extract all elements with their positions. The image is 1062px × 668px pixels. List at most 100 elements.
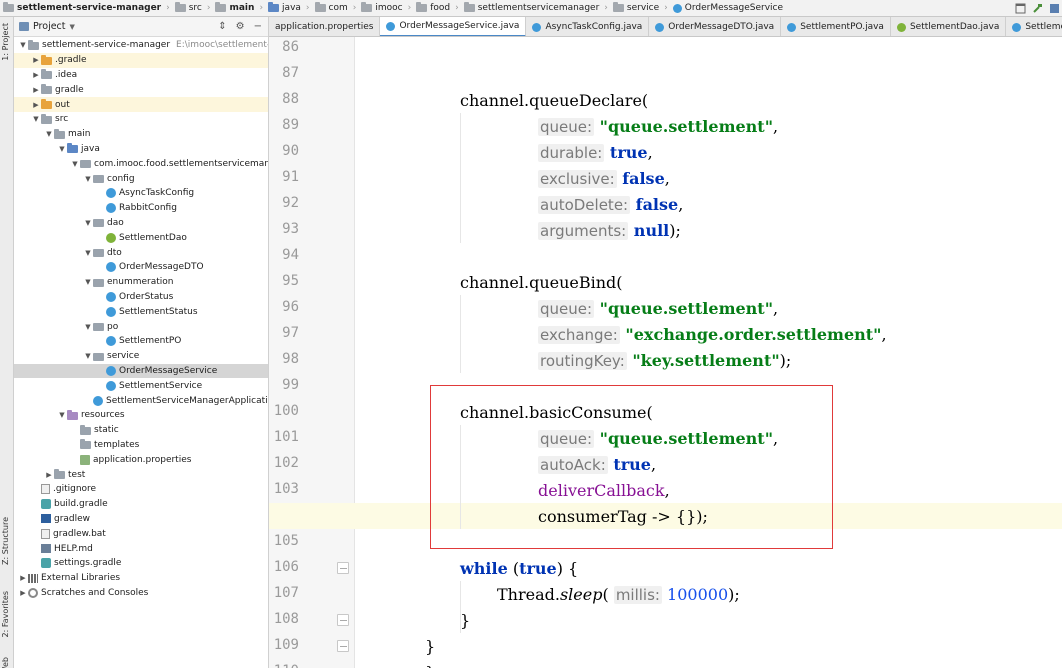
code-line[interactable]	[269, 243, 1062, 269]
tree-item[interactable]: ▼ resources	[14, 408, 268, 423]
chevron-right-icon[interactable]: ▶	[31, 56, 41, 64]
tree-item[interactable]: OrderStatus	[14, 290, 268, 305]
chevron-down-icon[interactable]: ▼	[44, 130, 54, 138]
tree-item[interactable]: ▼ src	[14, 112, 268, 127]
chevron-down-icon[interactable]: ▼	[57, 411, 67, 419]
tree-item[interactable]: ▼ po	[14, 319, 268, 334]
tree-item[interactable]: ▶ External Libraries	[14, 571, 268, 586]
code-line[interactable]: arguments: null);	[269, 217, 1062, 243]
tree-item[interactable]: SettlementService	[14, 378, 268, 393]
chevron-down-icon[interactable]: ▼	[31, 115, 41, 123]
chevron-down-icon[interactable]: ▼	[83, 352, 93, 360]
code-line[interactable]	[269, 37, 1062, 61]
editor-tab[interactable]: OrderMessageService.java	[380, 17, 527, 36]
chevron-down-icon[interactable]: ▼	[83, 323, 93, 331]
tree-item[interactable]: settings.gradle	[14, 556, 268, 571]
tree-item[interactable]: ▶ .gradle	[14, 52, 268, 68]
tree-item[interactable]: SettlementServiceManagerApplication	[14, 393, 268, 408]
chevron-down-icon[interactable]: ▼	[83, 249, 93, 257]
breadcrumb-item[interactable]: settlementservicemanager	[461, 2, 603, 13]
minimize-icon[interactable]: −	[254, 21, 262, 32]
chevron-down-icon[interactable]: ▼	[70, 160, 80, 168]
code-line[interactable]: queue: "queue.settlement",	[269, 295, 1062, 321]
editor-tab[interactable]: OrderMessageDTO.java	[649, 17, 782, 36]
tree-item[interactable]: ▶ Scratches and Consoles	[14, 586, 268, 601]
chevron-right-icon[interactable]: ▶	[18, 589, 28, 597]
editor-tab[interactable]: SettlementPO.java	[781, 17, 891, 36]
code-line[interactable]: routingKey: "key.settlement");	[269, 347, 1062, 373]
tab-favorites[interactable]: 2: Favorites	[1, 591, 10, 637]
chevron-right-icon[interactable]: ▶	[31, 101, 41, 109]
tab-project[interactable]: 1: Project	[1, 23, 10, 61]
code-line[interactable]: }	[269, 607, 1062, 633]
breadcrumb-item[interactable]: src	[172, 2, 205, 13]
tree-item[interactable]: AsyncTaskConfig	[14, 186, 268, 201]
chevron-down-icon[interactable]: ▼	[83, 175, 93, 183]
chevron-down-icon[interactable]: ▼	[83, 219, 93, 227]
tab-web[interactable]: Web	[1, 657, 10, 668]
code-editor[interactable]: 86 87 88 89 90 91 92 93 94 95 96 97 98 99 100 101 102 103…	[269, 37, 1062, 668]
code-line[interactable]: autoDelete: false,	[269, 191, 1062, 217]
tree-item[interactable]: gradlew	[14, 512, 268, 527]
code-line[interactable]: exclusive: false,	[269, 165, 1062, 191]
tree-item[interactable]: ▶ .idea	[14, 68, 268, 83]
editor-tab[interactable]: AsyncTaskConfig.java	[526, 17, 650, 36]
collapse-all-icon[interactable]: ⇕	[218, 21, 226, 32]
code-line[interactable]: channel.queueDeclare(	[269, 87, 1062, 113]
chevron-right-icon[interactable]: ▶	[31, 71, 41, 79]
tree-item[interactable]: ▼ dao	[14, 216, 268, 231]
code-line[interactable]: }	[269, 633, 1062, 659]
chevron-down-icon[interactable]: ▼	[70, 23, 75, 31]
code-line[interactable]	[269, 61, 1062, 87]
tree-item[interactable]: ▼ java	[14, 142, 268, 157]
breadcrumb-item[interactable]: OrderMessageService	[670, 3, 786, 13]
chevron-down-icon[interactable]: ▼	[83, 278, 93, 286]
tree-item[interactable]: ▶ out	[14, 97, 268, 112]
code-line[interactable]: }	[269, 659, 1062, 668]
tree-item[interactable]: ▼ settlement-service-manager E:\imooc\sett…	[14, 38, 268, 53]
tree-item[interactable]: application.properties	[14, 452, 268, 467]
tree-item[interactable]: ▼ service	[14, 349, 268, 364]
breadcrumb-item[interactable]: java	[265, 2, 304, 13]
tree-item[interactable]: ▼ enummeration	[14, 275, 268, 290]
run-config-icon[interactable]	[1049, 3, 1060, 14]
tree-item[interactable]: build.gradle	[14, 497, 268, 512]
code-line[interactable]: Thread.sleep( millis: 100000);	[269, 581, 1062, 607]
tree-item[interactable]: .gitignore	[14, 482, 268, 497]
breadcrumb-item[interactable]: food	[413, 2, 453, 13]
chevron-right-icon[interactable]: ▶	[18, 574, 28, 582]
tab-structure[interactable]: Z: Structure	[1, 517, 10, 565]
editor-tab[interactable]: application.properties	[269, 17, 381, 36]
tree-item[interactable]: SettlementStatus	[14, 304, 268, 319]
chevron-down-icon[interactable]: ▼	[18, 41, 28, 49]
tree-item[interactable]: OrderMessageDTO	[14, 260, 268, 275]
breadcrumb-item[interactable]: settlement-service-manager	[0, 2, 164, 13]
tree-item[interactable]: ▼ config	[14, 171, 268, 186]
tree-item[interactable]: ▼ dto	[14, 245, 268, 260]
tree-item[interactable]: ▶ test	[14, 467, 268, 482]
breadcrumb-item[interactable]: main	[212, 2, 257, 13]
code-line[interactable]: queue: "queue.settlement",	[269, 113, 1062, 139]
tree-item[interactable]: SettlementPO	[14, 334, 268, 349]
tree-item[interactable]: SettlementDao	[14, 230, 268, 245]
chevron-right-icon[interactable]: ▶	[44, 471, 54, 479]
breadcrumb-item[interactable]: service	[610, 2, 662, 13]
project-view-selector[interactable]: Project	[33, 21, 66, 32]
tree-item[interactable]: RabbitConfig	[14, 201, 268, 216]
editor-tab[interactable]: SettlementDao.java	[891, 17, 1007, 36]
chevron-down-icon[interactable]: ▼	[57, 145, 67, 153]
breadcrumb-item[interactable]: com	[312, 2, 351, 13]
breadcrumb-item[interactable]: imooc	[358, 2, 405, 13]
tree-item[interactable]: HELP.md	[14, 541, 268, 556]
code-line[interactable]: while (true) {	[269, 555, 1062, 581]
code-line[interactable]: channel.queueBind(	[269, 269, 1062, 295]
editor-tab[interactable]: SettlementSe	[1006, 17, 1062, 36]
gear-icon[interactable]: ⚙	[236, 21, 245, 32]
tree-item[interactable]: static	[14, 423, 268, 438]
hammer-icon[interactable]	[1032, 3, 1043, 14]
tree-item[interactable]: ▶ gradle	[14, 82, 268, 97]
tree-item[interactable]: templates	[14, 438, 268, 453]
tree-item[interactable]: ▼ com.imooc.food.settlementservicemanage	[14, 156, 268, 171]
window-icon[interactable]	[1015, 3, 1026, 14]
chevron-right-icon[interactable]: ▶	[31, 86, 41, 94]
